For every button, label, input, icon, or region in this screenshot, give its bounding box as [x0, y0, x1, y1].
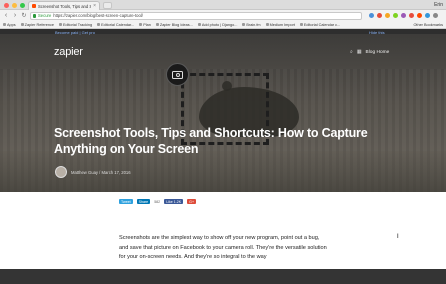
bookmark-item[interactable]: Zapier Blog Ideas...	[155, 23, 193, 27]
share-count: 582	[154, 199, 161, 204]
window-controls	[4, 3, 25, 8]
extensions-bar	[369, 13, 438, 18]
zapier-logo[interactable]: zapier	[54, 46, 83, 58]
new-tab-button[interactable]	[103, 2, 112, 9]
blog-home-link[interactable]: Blog Home	[366, 50, 390, 55]
bookmark-icon	[265, 23, 269, 26]
promo-link[interactable]: Become paid | Get pro	[55, 30, 95, 35]
bookmark-icon	[139, 23, 143, 26]
bookmark-item[interactable]: Zapier Reference	[20, 23, 54, 27]
facebook-like-button[interactable]: Like 1.2K	[164, 199, 184, 204]
bookmark-item[interactable]: Editorial Calendar...	[97, 23, 134, 27]
other-bookmarks[interactable]: Other Bookmarks	[413, 23, 443, 27]
apps-grid-icon[interactable]: ▦	[357, 49, 362, 55]
search-icon[interactable]: ⌕	[350, 49, 353, 55]
article-body-paragraph: Screenshots are the simplest way to show…	[119, 235, 327, 261]
bookmark-icon	[299, 23, 303, 26]
lock-icon	[33, 13, 36, 18]
bookmark-icon	[155, 23, 159, 26]
author-avatar[interactable]	[55, 166, 67, 178]
address-bar[interactable]: Secure https://zapier.com/blog/best-scre…	[30, 11, 362, 20]
browser-tab[interactable]: Screenshot Tools, Tips and Sh ×	[28, 1, 100, 10]
minimize-window-button[interactable]	[12, 3, 17, 8]
google-plus-button[interactable]: G+	[187, 199, 197, 204]
reload-icon[interactable]: ↻	[21, 13, 27, 19]
browser-toolbar: ‹ › ↻ Secure https://zapier.com/blog/bes…	[0, 10, 446, 21]
linkedin-share-button[interactable]: Share	[136, 199, 151, 204]
back-icon[interactable]: ‹	[3, 12, 9, 19]
profile-name[interactable]: Erin	[434, 2, 443, 8]
close-window-button[interactable]	[4, 3, 9, 8]
page-bottom-banner	[0, 269, 446, 284]
mouse-cursor-icon: I	[397, 234, 399, 240]
bookmark-icon	[59, 23, 62, 26]
extension-icon[interactable]	[401, 13, 406, 18]
apps-icon	[3, 23, 6, 26]
bookmark-item[interactable]: Add photo | Django...	[197, 23, 237, 27]
url-text[interactable]: https://zapier.com/blog/best-screen-capt…	[53, 13, 143, 18]
extension-icon[interactable]	[369, 13, 374, 18]
tab-title: Screenshot Tools, Tips and Sh	[38, 3, 92, 9]
bookmark-item[interactable]: Editorial Tracking	[59, 23, 92, 27]
hide-promo-link[interactable]: Hide this	[369, 30, 385, 35]
zoom-window-button[interactable]	[20, 3, 25, 8]
bookmark-apps[interactable]: Apps	[3, 23, 16, 27]
browser-tab-strip: Screenshot Tools, Tips and Sh × Erin	[0, 0, 446, 10]
page-viewport: Become paid | Get pro Hide this zapier ⌕…	[0, 29, 446, 284]
bookmark-item[interactable]: Plan	[139, 23, 151, 27]
bookmark-item[interactable]: Editorial Calendar c...	[299, 23, 340, 27]
hero-banner: Become paid | Get pro Hide this zapier ⌕…	[0, 29, 446, 192]
menu-icon[interactable]	[433, 13, 438, 18]
extension-icon[interactable]	[409, 13, 414, 18]
blog-nav: ⌕ ▦ Blog Home	[350, 49, 389, 55]
promo-bar: Become paid | Get pro Hide this	[0, 29, 446, 35]
article-title: Screenshot Tools, Tips and Shortcuts: Ho…	[54, 126, 368, 156]
secure-label: Secure	[38, 13, 52, 18]
forward-icon[interactable]: ›	[12, 12, 18, 19]
share-buttons: Tweet Share 582 Like 1.2K G+	[119, 199, 197, 204]
bookmark-item[interactable]: Brain.fm	[242, 23, 261, 27]
zapier-favicon-icon	[32, 4, 36, 8]
tab-close-icon[interactable]: ×	[93, 3, 96, 9]
bookmark-icon	[197, 23, 201, 26]
extension-icon[interactable]	[385, 13, 390, 18]
tweet-button[interactable]: Tweet	[119, 199, 133, 204]
extension-icon[interactable]	[393, 13, 398, 18]
camera-icon	[166, 63, 189, 86]
bookmarks-bar: Apps Zapier Reference Editorial Tracking…	[0, 21, 446, 29]
bookmark-icon	[97, 23, 101, 26]
extension-icon[interactable]	[425, 13, 430, 18]
extension-icon[interactable]	[417, 13, 422, 18]
bookmark-icon	[242, 23, 246, 26]
bookmark-item[interactable]: Medium Import	[265, 23, 295, 27]
extension-icon[interactable]	[377, 13, 382, 18]
bookmark-icon	[20, 23, 24, 26]
camera-lens-shape	[176, 73, 180, 77]
article-byline[interactable]: Matthew Guay / March 17, 2016	[71, 170, 131, 175]
